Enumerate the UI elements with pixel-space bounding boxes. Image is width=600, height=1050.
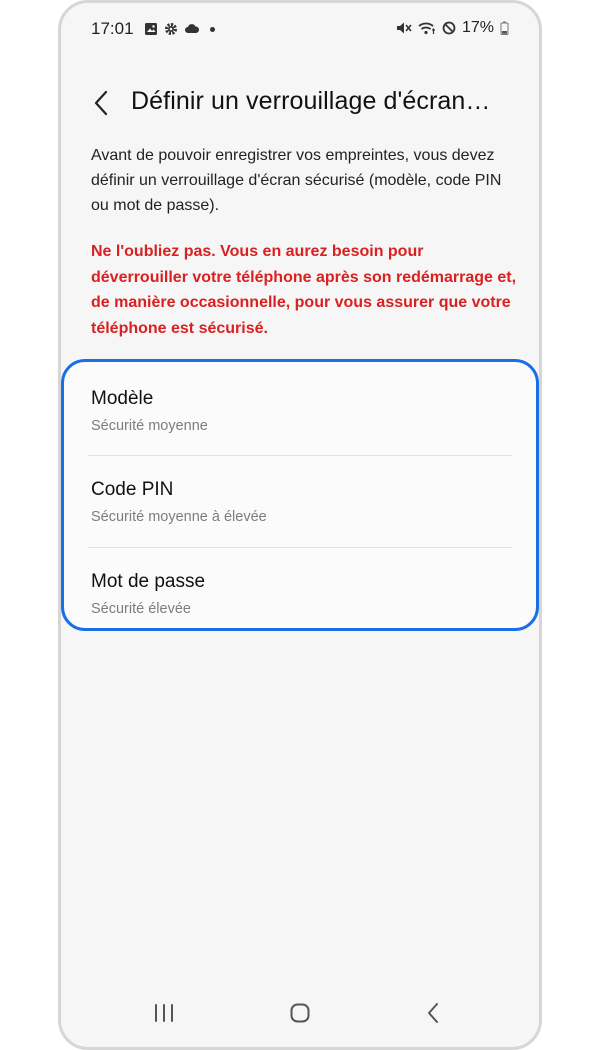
option-subtitle: Sécurité élevée xyxy=(91,601,191,617)
page-title: Définir un verrouillage d'écran… xyxy=(131,87,491,115)
phone-screen: 17:01 17% Définir un verrouillage d'écra… xyxy=(58,0,542,1050)
mute-icon xyxy=(396,21,412,35)
option-pin[interactable]: Code PIN Sécurité moyenne à élevée xyxy=(91,453,512,541)
recent-apps-button[interactable] xyxy=(144,993,184,1033)
chevron-left-icon xyxy=(94,90,108,116)
image-icon xyxy=(144,22,158,36)
lock-options-list: Modèle Sécurité moyenne Code PIN Sécurit… xyxy=(61,359,539,631)
status-right: 17% xyxy=(396,19,509,37)
option-subtitle: Sécurité moyenne xyxy=(91,418,208,434)
status-time: 17:01 xyxy=(91,19,134,38)
wifi-icon xyxy=(418,21,436,35)
recent-apps-icon xyxy=(155,1004,173,1022)
nav-back-button[interactable] xyxy=(413,993,453,1033)
home-button[interactable] xyxy=(280,993,320,1033)
option-subtitle: Sécurité moyenne à élevée xyxy=(91,509,267,525)
back-button[interactable] xyxy=(87,85,115,121)
option-title: Code PIN xyxy=(91,479,174,500)
battery-percentage: 17% xyxy=(461,19,494,36)
home-icon xyxy=(290,1003,310,1023)
option-title: Modèle xyxy=(91,388,154,409)
description-text: Avant de pouvoir enregistrer vos emprein… xyxy=(91,147,502,214)
option-password[interactable]: Mot de passe Sécurité élevée xyxy=(91,545,512,633)
do-not-disturb-icon xyxy=(442,21,456,35)
option-pattern[interactable]: Modèle Sécurité moyenne xyxy=(91,362,512,450)
cloud-icon xyxy=(184,22,200,36)
header: Définir un verrouillage d'écran… xyxy=(61,81,539,125)
gear-icon xyxy=(164,22,178,36)
notification-dot-icon xyxy=(209,26,215,32)
navigation-bar xyxy=(61,993,539,1033)
back-icon xyxy=(428,1003,438,1023)
warning-text: Ne l'oubliez pas. Vous en aurez besoin p… xyxy=(91,243,517,337)
option-title: Mot de passe xyxy=(91,571,206,592)
status-bar: 17:01 17% xyxy=(61,3,539,55)
battery-icon xyxy=(500,21,509,35)
status-left: 17:01 xyxy=(91,19,215,39)
